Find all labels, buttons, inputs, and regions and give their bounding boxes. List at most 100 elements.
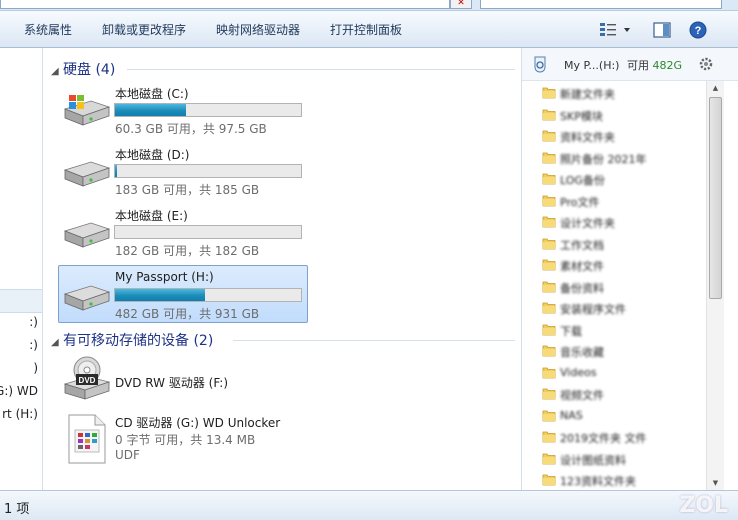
nav-item-my-passport[interactable]: rt (H:)	[2, 407, 38, 421]
folder-icon	[542, 108, 556, 121]
address-bar[interactable]	[0, 0, 450, 9]
folder-icon	[542, 129, 556, 142]
folder-icon	[542, 473, 556, 486]
folder-item[interactable]: 音乐收藏	[540, 341, 707, 361]
view-options-icon[interactable]	[598, 19, 634, 41]
drive-item-c[interactable]: 本地磁盘 (C:) 60.3 GB 可用，共 97.5 GB	[59, 81, 307, 137]
folder-name: SKP模块	[560, 109, 603, 123]
drive-capacity-bar	[114, 103, 302, 117]
folder-item[interactable]: 资料文件夹	[540, 126, 707, 146]
folder-item[interactable]: 视频文件	[540, 384, 707, 404]
drive-item-my-passport[interactable]: My Passport (H:) 482 GB 可用，共 931 GB	[58, 265, 308, 323]
folder-item[interactable]: Pro文件	[540, 191, 707, 211]
drive-name: My Passport (H:)	[115, 270, 214, 284]
search-box[interactable]	[480, 0, 722, 9]
folder-icon	[542, 301, 556, 314]
folder-list: 新建文件夹 SKP模块资料文件夹 照片备份 2021年 LOG备份 Pro文件 设计文件夹…	[522, 81, 707, 490]
drive-space-info: 183 GB 可用，共 185 GB	[115, 183, 260, 197]
folder-item[interactable]: 设计图纸资料	[540, 449, 707, 469]
folder-icon	[542, 452, 556, 465]
folder-name: 设计图纸资料	[560, 453, 626, 467]
folder-item[interactable]: Videos	[540, 363, 707, 383]
scrollbar-thumb[interactable]	[709, 97, 722, 299]
drive-capacity-bar	[114, 288, 302, 302]
collapse-arrow-icon[interactable]: ◢	[51, 66, 63, 77]
folder-icon	[542, 280, 556, 293]
folder-item[interactable]: 备份资料	[540, 277, 707, 297]
nav-item[interactable]: :)	[29, 338, 38, 352]
device-space-info: 0 字节 可用，共 13.4 MB	[115, 433, 256, 447]
capacity-fill	[115, 165, 118, 177]
drive-capacity-bar	[114, 225, 302, 239]
nav-item[interactable]: )	[33, 361, 38, 375]
folder-item[interactable]: 工作文档	[540, 234, 707, 254]
group-title: 硬盘 (4)	[63, 62, 116, 78]
folder-icon	[542, 237, 556, 250]
folder-icon	[542, 215, 556, 228]
folder-item[interactable]: 下载	[540, 320, 707, 340]
drive-name: 本地磁盘 (E:)	[115, 209, 188, 223]
folder-name: 工作文档	[560, 238, 604, 252]
device-name: DVD RW 驱动器 (F:)	[115, 376, 229, 390]
folder-icon	[542, 86, 556, 99]
preview-header: My P...(H:) 可用 482G	[522, 48, 738, 81]
hard-drive-icon	[61, 156, 113, 190]
folder-icon	[542, 172, 556, 185]
navigation-pane: :) :) ) (G:) WD rt (H:)	[0, 48, 43, 490]
close-address-icon[interactable]: ✕	[450, 0, 472, 9]
folder-item[interactable]: 安装程序文件	[540, 298, 707, 318]
drive-item-d[interactable]: 本地磁盘 (D:) 183 GB 可用，共 185 GB	[59, 142, 307, 198]
folder-name: 视频文件	[560, 389, 604, 402]
folder-item[interactable]: 2019文件夹 文件	[540, 427, 707, 447]
help-icon[interactable]: ?	[688, 19, 708, 41]
preview-pane-icon[interactable]	[652, 19, 672, 41]
folder-name: 123资料文件夹	[560, 475, 636, 488]
scroll-up-icon[interactable]: ▲	[707, 81, 724, 95]
drive-space-info: 182 GB 可用，共 182 GB	[115, 244, 260, 258]
folder-name: 备份资料	[560, 281, 604, 295]
drive-space-info: 60.3 GB 可用，共 97.5 GB	[115, 122, 267, 136]
collapse-arrow-icon[interactable]: ◢	[51, 337, 63, 348]
folder-item[interactable]: 照片备份 2021年	[540, 148, 707, 168]
folder-icon	[542, 258, 556, 271]
nav-item[interactable]: :)	[29, 315, 38, 329]
group-title: 有可移动存储的设备 (2)	[63, 333, 214, 349]
folder-item[interactable]: 123资料文件夹	[540, 470, 707, 490]
gear-icon[interactable]	[698, 56, 714, 75]
nav-item-wd-drive[interactable]: (G:) WD	[0, 384, 38, 398]
group-header-hard-disks[interactable]: ◢ 硬盘 (4)	[51, 59, 115, 79]
watermark-logo: ZOL	[679, 493, 728, 518]
vertical-scrollbar[interactable]: ▲ ▼	[706, 81, 724, 490]
uninstall-program-button[interactable]: 卸载或更改程序	[98, 21, 190, 39]
windows-drive-icon	[61, 94, 113, 129]
dvd-drive-item[interactable]: DVD DVD RW 驱动器 (F:)	[59, 354, 307, 402]
capacity-fill	[115, 104, 187, 116]
folder-item[interactable]: 新建文件夹	[540, 83, 707, 103]
folder-item[interactable]: SKP模块	[540, 105, 707, 125]
folder-icon	[542, 194, 556, 207]
preview-free-value: 482G	[652, 59, 682, 72]
folder-item[interactable]: LOG备份	[540, 169, 707, 189]
folder-item[interactable]: NAS	[540, 406, 707, 426]
folder-icon	[542, 366, 556, 379]
hard-drive-icon	[61, 280, 113, 314]
drive-item-e[interactable]: 本地磁盘 (E:) 182 GB 可用，共 182 GB	[59, 203, 307, 259]
cd-drive-item[interactable]: CD 驱动器 (G:) WD Unlocker 0 字节 可用，共 13.4 M…	[59, 410, 307, 470]
folder-icon	[542, 430, 556, 443]
preview-right-gutter	[724, 81, 738, 490]
folder-icon	[542, 151, 556, 164]
folder-item[interactable]: 素材文件	[540, 255, 707, 275]
folder-name: 安装程序文件	[560, 303, 626, 316]
selection-count: 1 项	[4, 502, 30, 517]
drive-name: 本地磁盘 (D:)	[115, 148, 190, 162]
system-properties-button[interactable]: 系统属性	[20, 21, 76, 39]
open-control-panel-button[interactable]: 打开控制面板	[326, 21, 406, 39]
preview-free-label: 可用	[626, 59, 649, 72]
folder-item[interactable]: 设计文件夹	[540, 212, 707, 232]
folder-name: 下载	[560, 324, 582, 338]
folder-name: Videos	[560, 365, 597, 379]
scroll-down-icon[interactable]: ▼	[707, 476, 724, 490]
group-header-removable[interactable]: ◢ 有可移动存储的设备 (2)	[51, 330, 213, 350]
map-network-drive-button[interactable]: 映射网络驱动器	[212, 21, 304, 39]
drive-capacity-bar	[114, 164, 302, 178]
